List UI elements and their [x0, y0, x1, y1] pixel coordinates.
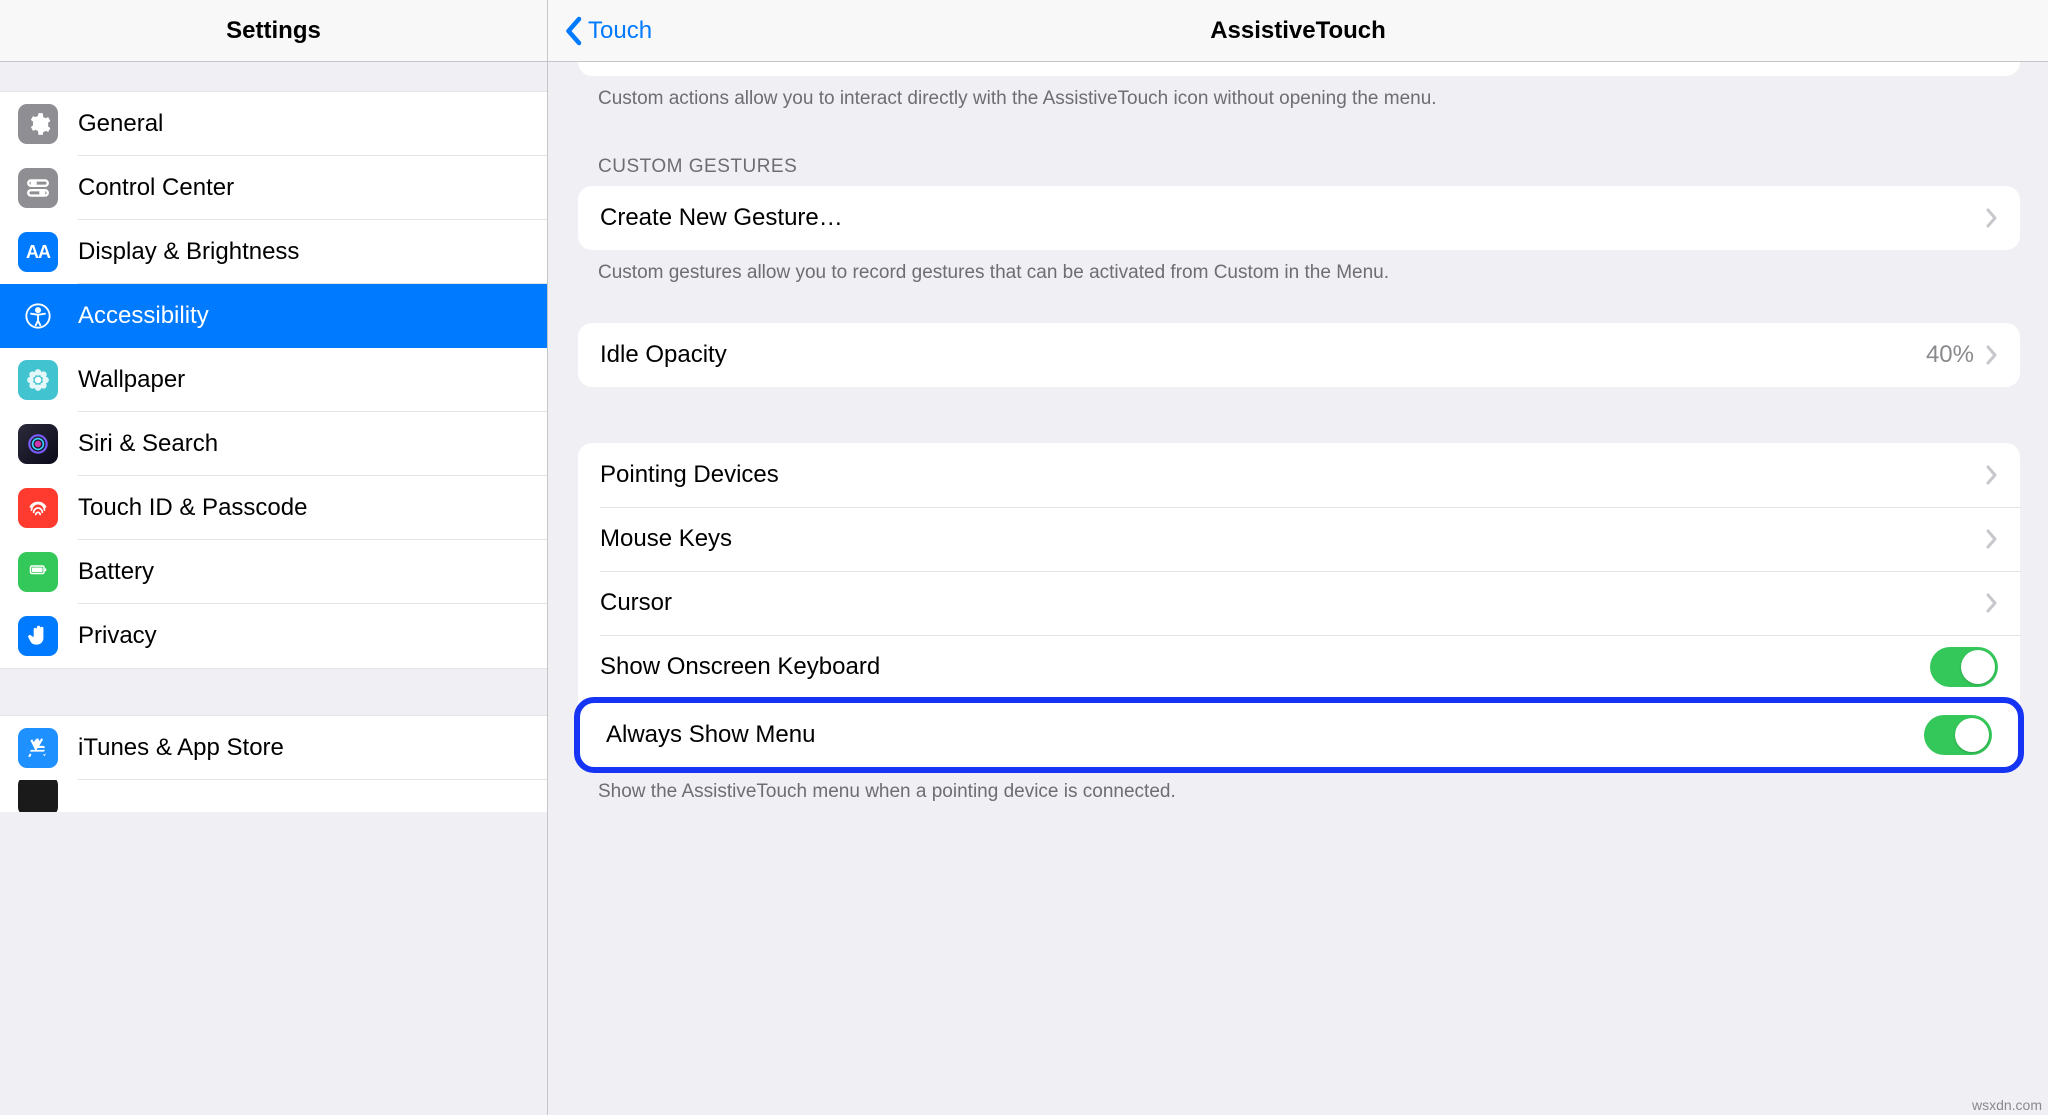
- row-onscreen-keyboard[interactable]: Show Onscreen Keyboard: [578, 635, 2020, 699]
- row-cursor[interactable]: Cursor: [578, 571, 2020, 635]
- row-always-show-menu[interactable]: Always Show Menu: [584, 705, 2014, 765]
- battery-icon: [18, 552, 58, 592]
- sidebar-item-label: Privacy: [78, 604, 547, 668]
- hand-icon: [18, 616, 58, 656]
- sidebar-title: Settings: [226, 17, 321, 45]
- group-create-gesture: Create New Gesture…: [578, 186, 2020, 250]
- sidebar-item-label: Control Center: [78, 156, 547, 220]
- row-label: Create New Gesture…: [600, 204, 1986, 232]
- row-label: Idle Opacity: [600, 341, 1926, 369]
- switches-icon: [18, 168, 58, 208]
- sidebar-header: Settings: [0, 0, 547, 62]
- wallet-icon: [18, 780, 58, 812]
- sidebar-gap: [0, 668, 547, 716]
- row-create-gesture[interactable]: Create New Gesture…: [578, 186, 2020, 250]
- row-pointing-devices[interactable]: Pointing Devices: [578, 443, 2020, 507]
- appstore-icon: [18, 728, 58, 768]
- group-idle-opacity: Idle Opacity 40%: [578, 323, 2020, 387]
- custom-gestures-description: Custom gestures allow you to record gest…: [578, 250, 2020, 294]
- section-header-gestures: CUSTOM GESTURES: [578, 120, 2020, 186]
- accessibility-icon: [18, 296, 58, 336]
- sidebar-item-general[interactable]: General: [0, 92, 547, 156]
- chevron-right-icon: [1986, 208, 1998, 228]
- sidebar-item-touchid[interactable]: Touch ID & Passcode: [0, 476, 547, 540]
- row-mouse-keys[interactable]: Mouse Keys: [578, 507, 2020, 571]
- sidebar-item-label: Battery: [78, 540, 547, 604]
- chevron-right-icon: [1986, 529, 1998, 549]
- fingerprint-icon: [18, 488, 58, 528]
- sidebar: Settings General Control Center AA Displ…: [0, 0, 548, 1115]
- toggle-always-show-menu[interactable]: [1924, 715, 1992, 755]
- row-label: Show Onscreen Keyboard: [600, 653, 1930, 681]
- sidebar-item-label: General: [78, 92, 547, 156]
- sidebar-item-display[interactable]: AA Display & Brightness: [0, 220, 547, 284]
- sidebar-list-main: General Control Center AA Display & Brig…: [0, 92, 547, 668]
- row-value: 40%: [1926, 341, 1974, 369]
- sidebar-list-secondary: iTunes & App Store: [0, 716, 547, 812]
- group-peek: [578, 62, 2020, 76]
- sidebar-item-label: Wallpaper: [78, 348, 547, 412]
- sidebar-item-partial[interactable]: [0, 780, 547, 812]
- sidebar-item-label: Touch ID & Passcode: [78, 476, 547, 540]
- chevron-right-icon: [1986, 593, 1998, 613]
- main-header: Touch AssistiveTouch: [548, 0, 2048, 62]
- row-label: Cursor: [600, 589, 1986, 617]
- sidebar-item-battery[interactable]: Battery: [0, 540, 547, 604]
- aa-icon: AA: [18, 232, 58, 272]
- sidebar-item-label: [78, 780, 547, 812]
- chevron-left-icon: [564, 16, 582, 46]
- sidebar-item-accessibility[interactable]: Accessibility: [0, 284, 547, 348]
- gear-icon: [18, 104, 58, 144]
- sidebar-item-wallpaper[interactable]: Wallpaper: [0, 348, 547, 412]
- sidebar-item-label: iTunes & App Store: [78, 716, 547, 780]
- page-title: AssistiveTouch: [1210, 17, 1386, 45]
- footer-description: Show the AssistiveTouch menu when a poin…: [578, 771, 2020, 813]
- watermark: wsxdn.com: [1972, 1097, 2042, 1113]
- group-pointing: Pointing Devices Mouse Keys Cursor Show …: [578, 443, 2020, 773]
- sidebar-item-label: Siri & Search: [78, 412, 547, 476]
- sidebar-top-gap: [0, 62, 547, 92]
- custom-actions-description: Custom actions allow you to interact dir…: [578, 76, 2020, 120]
- chevron-right-icon: [1986, 345, 1998, 365]
- sidebar-item-label: Display & Brightness: [78, 220, 547, 284]
- back-label: Touch: [588, 17, 652, 45]
- flower-icon: [18, 360, 58, 400]
- sidebar-item-siri[interactable]: Siri & Search: [0, 412, 547, 476]
- toggle-onscreen-keyboard[interactable]: [1930, 647, 1998, 687]
- back-button[interactable]: Touch: [548, 16, 652, 46]
- row-label: Pointing Devices: [600, 461, 1986, 489]
- row-label: Always Show Menu: [606, 721, 1924, 749]
- sidebar-item-control-center[interactable]: Control Center: [0, 156, 547, 220]
- sidebar-item-privacy[interactable]: Privacy: [0, 604, 547, 668]
- siri-icon: [18, 424, 58, 464]
- sidebar-item-label: Accessibility: [78, 284, 547, 348]
- content-scroll[interactable]: Custom actions allow you to interact dir…: [548, 62, 2048, 1115]
- sidebar-item-appstore[interactable]: iTunes & App Store: [0, 716, 547, 780]
- row-idle-opacity[interactable]: Idle Opacity 40%: [578, 323, 2020, 387]
- row-label: Mouse Keys: [600, 525, 1986, 553]
- highlight-always-show-menu: Always Show Menu: [574, 697, 2024, 773]
- main-panel: Touch AssistiveTouch Custom actions allo…: [548, 0, 2048, 1115]
- chevron-right-icon: [1986, 465, 1998, 485]
